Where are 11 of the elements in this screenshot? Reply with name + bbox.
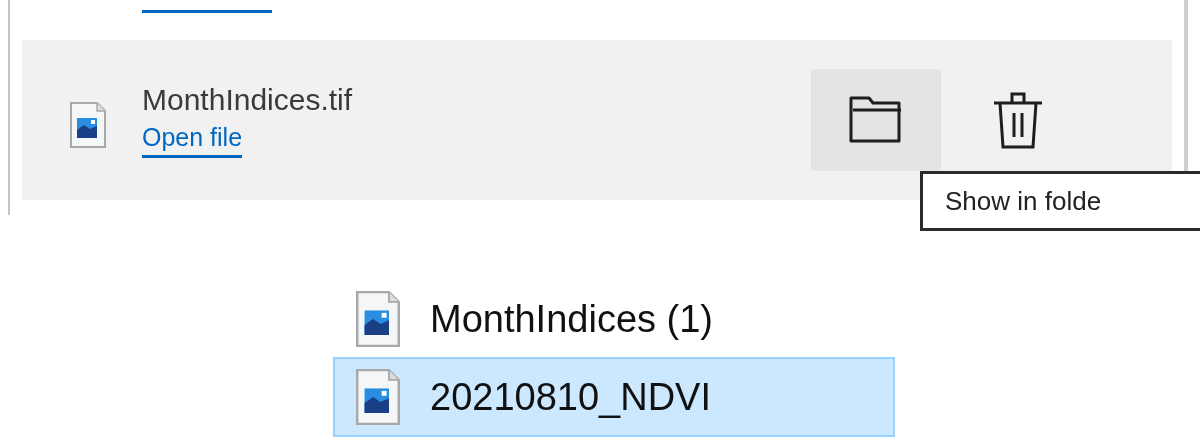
image-file-icon [70, 102, 106, 148]
file-list-item[interactable]: 20210810_NDVI [333, 357, 895, 437]
tooltip: Show in folde [920, 171, 1200, 231]
file-list-item[interactable]: MonthIndices (1) [333, 283, 895, 355]
file-name: MonthIndices.tif [142, 82, 354, 117]
folder-icon [849, 96, 903, 144]
show-in-folder-button[interactable] [811, 69, 941, 171]
image-file-icon [356, 366, 400, 428]
trash-icon [992, 91, 1044, 149]
open-file-link[interactable]: Open file [142, 122, 243, 158]
image-file-icon [356, 288, 400, 350]
